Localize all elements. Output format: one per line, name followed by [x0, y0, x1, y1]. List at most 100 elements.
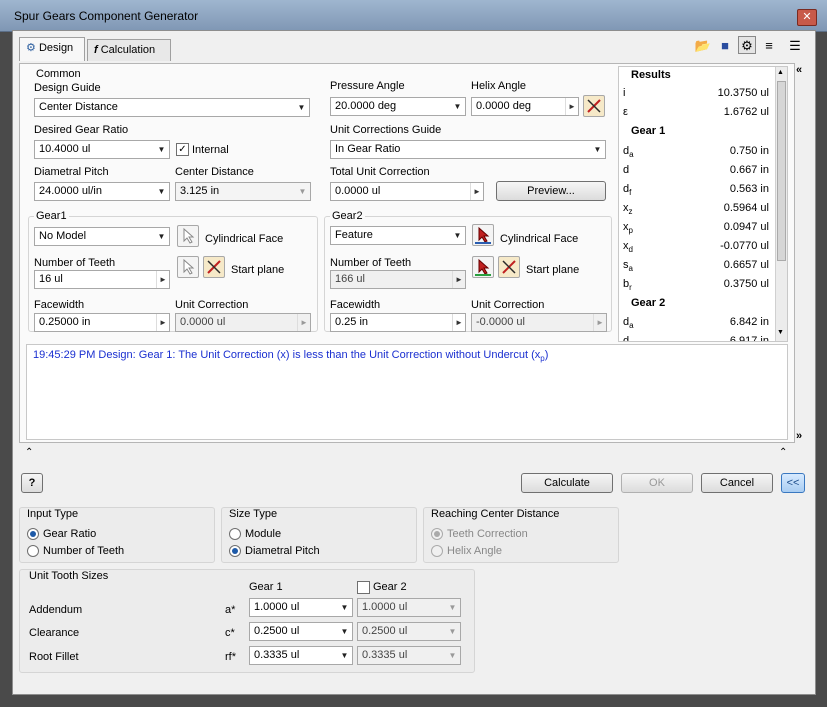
- ok-button[interactable]: OK: [621, 473, 693, 493]
- message-text: 19:45:29 PM Design: Gear 1: The Unit Cor…: [33, 349, 541, 361]
- result-symbol: da: [623, 316, 634, 330]
- result-value: 0.0947 ul: [723, 221, 769, 233]
- report-icon[interactable]: ☰: [786, 37, 804, 55]
- result-symbol: ε: [623, 106, 628, 120]
- gear1-teeth-input[interactable]: 16 ul ►: [34, 270, 170, 289]
- gear2-enable-checkbox[interactable]: [357, 581, 370, 594]
- tab-design-label: Design: [38, 42, 74, 54]
- diametral-pitch-radio[interactable]: [229, 545, 241, 557]
- collapse-messages-icon[interactable]: »: [796, 430, 802, 442]
- arrow-right-icon: ►: [452, 271, 465, 288]
- center-distance-select[interactable]: 3.125 in ▼: [175, 182, 311, 201]
- chevron-down-icon: ▼: [340, 627, 349, 636]
- results-scrollbar[interactable]: ▲ ▼: [775, 67, 787, 341]
- gear1-flip-icon[interactable]: [203, 256, 225, 278]
- gear1-facewidth-input[interactable]: 0.25000 in ►: [34, 313, 170, 332]
- num-teeth-radio[interactable]: [27, 545, 39, 557]
- addendum-gear1-select[interactable]: 1.0000 ul ▼: [249, 598, 353, 617]
- result-symbol-sub: d: [628, 245, 633, 255]
- chevron-down-icon: ▼: [448, 627, 457, 636]
- teeth-correction-radio[interactable]: [431, 528, 443, 540]
- gear1-unit-corr-input[interactable]: 0.0000 ul ►: [175, 313, 311, 332]
- result-symbol-sub: f: [629, 188, 632, 198]
- chevron-down-icon: ▼: [448, 603, 457, 612]
- result-value: 10.3750 ul: [717, 87, 769, 99]
- module-radio[interactable]: [229, 528, 241, 540]
- addendum-gear2-select[interactable]: 1.0000 ul ▼: [357, 598, 461, 617]
- design-guide-label: Design Guide: [34, 82, 101, 94]
- gear2-flip-icon[interactable]: [498, 256, 520, 278]
- result-symbol: df: [623, 183, 631, 197]
- input-type-label: Input Type: [27, 508, 79, 520]
- gear2-model-select[interactable]: Feature ▼: [330, 226, 466, 245]
- helix-direction-icon[interactable]: [583, 95, 605, 117]
- gear2-teeth-input[interactable]: 166 ul ►: [330, 270, 466, 289]
- close-button[interactable]: ✕: [797, 9, 817, 26]
- collapse-results-icon[interactable]: «: [796, 64, 802, 76]
- result-value: 6.917 in: [729, 335, 769, 342]
- gear2-cyl-face-label: Cylindrical Face: [500, 233, 579, 245]
- design-guide-select[interactable]: Center Distance ▼: [34, 98, 310, 117]
- gear1-start-plane-select-button[interactable]: [177, 256, 199, 278]
- diametral-pitch-select[interactable]: 24.0000 ul/in ▼: [34, 182, 170, 201]
- helix-angle-radio[interactable]: [431, 545, 443, 557]
- gear1-cylindrical-face-button[interactable]: [177, 225, 199, 247]
- result-row: df 0.563 in: [619, 180, 769, 199]
- clearance-gear2-select[interactable]: 0.2500 ul ▼: [357, 622, 461, 641]
- tab-calculation[interactable]: f Calculation: [87, 39, 171, 61]
- result-symbol: da: [623, 145, 634, 159]
- diametral-pitch-value: 24.0000 ul/in: [39, 185, 102, 197]
- result-value: -0.0770 ul: [720, 240, 769, 252]
- options-icon[interactable]: ⚙: [738, 36, 756, 54]
- tab-design[interactable]: ⚙ Design: [19, 37, 85, 61]
- scroll-thumb[interactable]: [777, 81, 786, 261]
- help-button[interactable]: ?: [21, 473, 43, 493]
- gear2-start-plane-select-button[interactable]: [472, 256, 494, 278]
- calculate-button[interactable]: Calculate: [521, 473, 613, 493]
- parameters-icon[interactable]: ≡: [760, 37, 778, 55]
- expand-up-icon[interactable]: ⌃: [25, 447, 33, 458]
- arrow-right-icon: ►: [156, 271, 169, 288]
- result-value: 0.750 in: [729, 145, 769, 157]
- scroll-down-icon[interactable]: ▼: [777, 329, 784, 336]
- gear1-model-select[interactable]: No Model ▼: [34, 227, 170, 246]
- common-label: Common: [36, 68, 81, 80]
- result-symbol: sa: [623, 259, 633, 273]
- arrow-right-icon: ►: [470, 183, 483, 200]
- result-row: ε 1.6762 ul: [619, 103, 769, 122]
- open-folder-icon[interactable]: 📂: [694, 37, 712, 55]
- teeth-correction-label: Teeth Correction: [447, 528, 528, 540]
- cancel-button[interactable]: Cancel: [701, 473, 773, 493]
- scroll-up-icon[interactable]: ▲: [777, 69, 784, 76]
- expand-up-icon-right[interactable]: ⌃: [779, 447, 787, 458]
- result-value: 0.3750 ul: [723, 278, 769, 290]
- arrow-right-icon: ►: [593, 314, 606, 331]
- result-symbol: d: [623, 164, 629, 178]
- result-row: i 10.3750 ul: [619, 84, 769, 103]
- save-icon[interactable]: ■: [716, 37, 734, 55]
- root-fillet-gear1-select[interactable]: 0.3335 ul ▼: [249, 646, 353, 665]
- gear2-facewidth-input[interactable]: 0.25 in ►: [330, 313, 466, 332]
- internal-checkbox[interactable]: ✓: [176, 143, 189, 156]
- pressure-angle-select[interactable]: 20.0000 deg ▼: [330, 97, 466, 116]
- message-suffix: ): [544, 349, 549, 361]
- root-fillet-gear2-select[interactable]: 0.3335 ul ▼: [357, 646, 461, 665]
- gear-ratio-radio[interactable]: [27, 528, 39, 540]
- desired-ratio-select[interactable]: 10.4000 ul ▼: [34, 140, 170, 159]
- helix-angle-input[interactable]: 0.0000 deg ►: [471, 97, 579, 116]
- preview-button[interactable]: Preview...: [496, 181, 606, 201]
- total-unit-corr-input[interactable]: 0.0000 ul ►: [330, 182, 484, 201]
- gear2-unit-corr-label: Unit Correction: [471, 299, 545, 311]
- gear2-cylindrical-face-button[interactable]: [472, 224, 494, 246]
- select-arrow-icon: [183, 258, 195, 275]
- collapse-options-button[interactable]: <<: [781, 473, 805, 493]
- unit-corr-guide-select[interactable]: In Gear Ratio ▼: [330, 140, 606, 159]
- gear1-model-value: No Model: [39, 230, 87, 242]
- gear1-facewidth-value: 0.25000 in: [39, 316, 91, 328]
- result-symbol-sub: r: [629, 283, 632, 293]
- gear2-unit-corr-input[interactable]: -0.0000 ul ►: [471, 313, 607, 332]
- clearance-gear1-select[interactable]: 0.2500 ul ▼: [249, 622, 353, 641]
- chevron-down-icon: ▼: [297, 103, 306, 112]
- result-row: d 6.917 in: [619, 332, 769, 342]
- unit-corr-guide-value: In Gear Ratio: [335, 143, 401, 155]
